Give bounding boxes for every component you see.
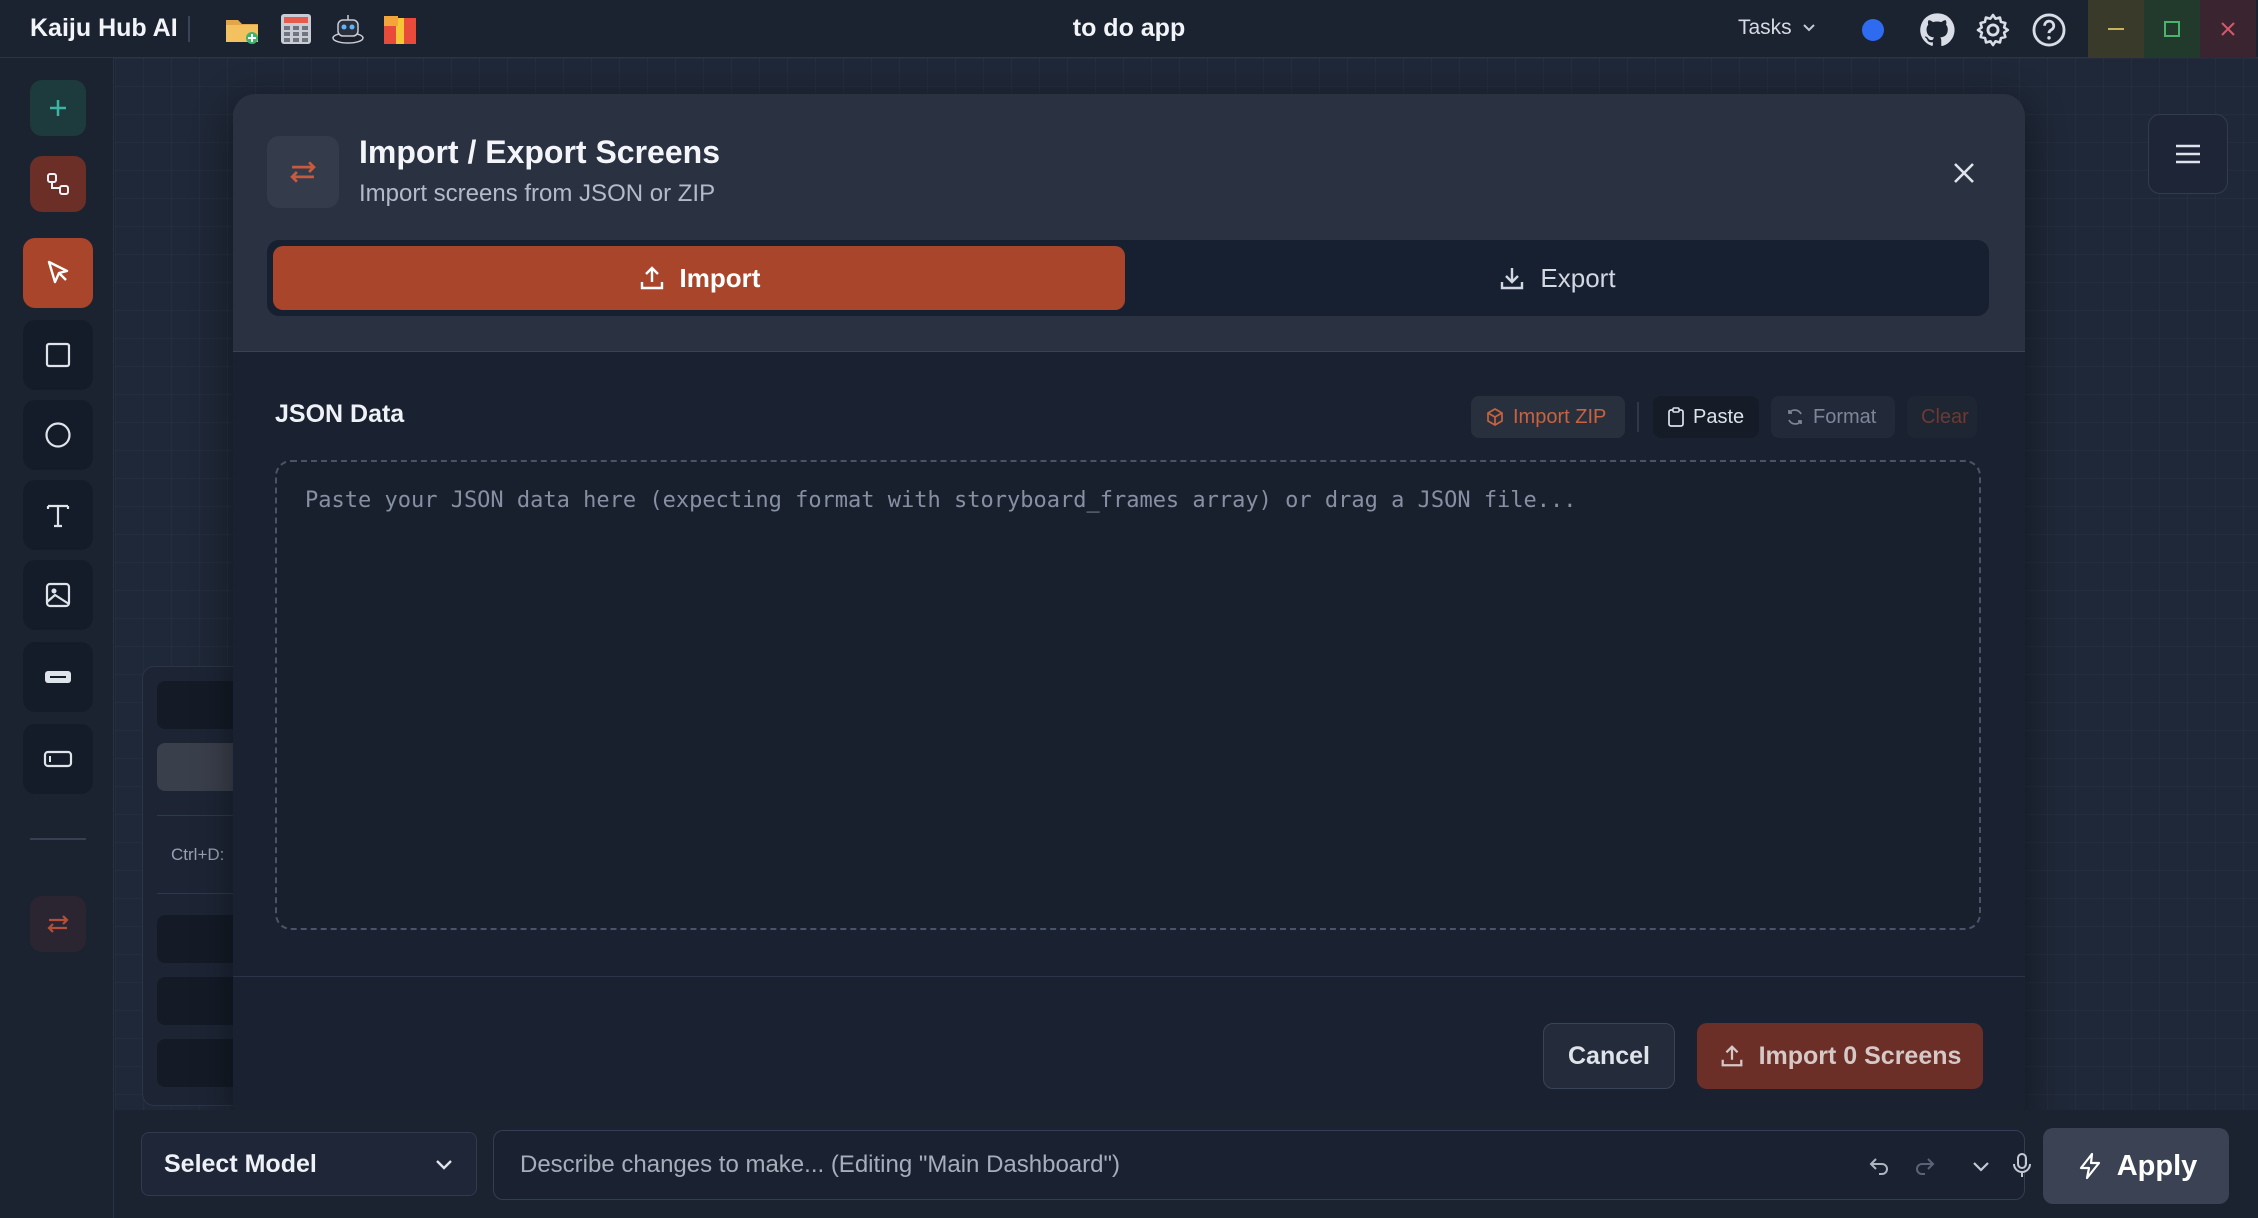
- clear-label: Clear: [1921, 405, 1969, 428]
- image-icon: [45, 582, 71, 608]
- import-screens-label: Import 0 Screens: [1758, 1041, 1962, 1070]
- json-textarea[interactable]: Paste your JSON data here (expecting for…: [275, 460, 1981, 930]
- tab-import[interactable]: Import: [273, 246, 1125, 310]
- undo-button[interactable]: [1864, 1151, 1894, 1181]
- flow-connector-button[interactable]: [30, 156, 86, 212]
- tasks-dropdown[interactable]: Tasks: [1738, 16, 1816, 40]
- input-component-icon: [43, 750, 73, 768]
- close-icon: [2221, 22, 2235, 36]
- button-component-button[interactable]: [23, 642, 93, 712]
- tool-rail: [0, 58, 114, 1218]
- swap-arrows-icon: [290, 161, 316, 183]
- github-icon[interactable]: [1918, 11, 1956, 49]
- plus-icon: [50, 100, 66, 116]
- microphone-button[interactable]: [2010, 1151, 2034, 1181]
- import-export-button[interactable]: [30, 896, 86, 952]
- modal-close-button[interactable]: [1943, 152, 1985, 194]
- download-icon: [1501, 268, 1524, 290]
- model-select[interactable]: Select Model: [141, 1132, 477, 1196]
- shortcut-hint: Ctrl+D:: [171, 845, 225, 864]
- modal-title: Import / Export Screens: [359, 134, 720, 170]
- maximize-button[interactable]: [2144, 0, 2200, 58]
- redo-icon: [1916, 1158, 1935, 1175]
- apply-label: Apply: [2116, 1149, 2198, 1182]
- button-component-icon: [45, 671, 71, 683]
- format-label: Format: [1813, 405, 1877, 428]
- paste-label: Paste: [1693, 405, 1745, 428]
- modal-footer: Cancel Import 0 Screens: [233, 976, 2025, 1126]
- modal-subtitle: Import screens from JSON or ZIP: [359, 180, 716, 207]
- minimize-button[interactable]: [2088, 0, 2144, 58]
- circle-icon: [45, 422, 71, 448]
- add-button[interactable]: [30, 80, 86, 136]
- mode-tabs: Import Export: [267, 240, 1989, 316]
- chevron-down-icon: [1973, 1162, 1989, 1172]
- refresh-icon: [1788, 409, 1802, 425]
- folder-icon[interactable]: [224, 12, 260, 46]
- upload-icon: [1721, 1045, 1742, 1067]
- apply-button[interactable]: Apply: [2043, 1128, 2229, 1204]
- import-zip-button[interactable]: Import ZIP: [1471, 396, 1625, 438]
- calculator-icon[interactable]: [278, 12, 314, 46]
- gift-box-icon[interactable]: [382, 12, 418, 46]
- hamburger-icon: [2176, 144, 2200, 164]
- close-icon: [1954, 163, 1974, 183]
- pointer-icon: [47, 260, 69, 284]
- input-component-button[interactable]: [23, 724, 93, 794]
- clear-button[interactable]: Clear: [1907, 396, 1977, 438]
- modal-header: Import / Export Screens Import screens f…: [233, 94, 2025, 352]
- cancel-button[interactable]: Cancel: [1543, 1023, 1675, 1089]
- help-icon[interactable]: [2030, 11, 2068, 49]
- minimize-icon: [2108, 28, 2124, 30]
- tab-export-label: Export: [1540, 262, 1616, 293]
- json-data-label: JSON Data: [275, 400, 405, 428]
- redo-button[interactable]: [1910, 1151, 1940, 1181]
- robot-icon[interactable]: [330, 12, 366, 46]
- rectangle-tool-button[interactable]: [23, 320, 93, 390]
- microphone-icon: [2013, 1153, 2031, 1177]
- title-divider: [188, 16, 190, 42]
- image-tool-button[interactable]: [23, 560, 93, 630]
- app-window: Kaiju Hub AI to do app Tasks Ctrl+D: Imp…: [0, 0, 2258, 1218]
- tab-export[interactable]: Export: [1131, 246, 1983, 310]
- tab-import-label: Import: [679, 262, 761, 293]
- tasks-label: Tasks: [1738, 16, 1792, 39]
- undo-icon: [1869, 1158, 1888, 1175]
- select-tool-button[interactable]: [23, 238, 93, 308]
- chevron-down-icon: [436, 1160, 452, 1170]
- text-tool-button[interactable]: [23, 480, 93, 550]
- prompt-input[interactable]: [494, 1131, 1794, 1199]
- gear-icon[interactable]: [1974, 11, 2012, 49]
- ellipse-tool-button[interactable]: [23, 400, 93, 470]
- package-icon: [1487, 408, 1503, 426]
- import-export-modal: Import / Export Screens Import screens f…: [233, 94, 2025, 1126]
- swap-arrows-icon: [47, 915, 69, 933]
- upload-icon: [640, 266, 663, 290]
- maximize-icon: [2164, 21, 2180, 37]
- import-screens-button[interactable]: Import 0 Screens: [1697, 1023, 1983, 1089]
- model-select-label: Select Model: [164, 1149, 317, 1178]
- text-icon: [46, 504, 70, 528]
- rectangle-icon: [45, 342, 71, 368]
- prompt-bar: Select Model A: [115, 1110, 2258, 1218]
- prompt-options-button[interactable]: [1966, 1151, 1996, 1181]
- clipboard-icon: [1668, 407, 1684, 427]
- menu-button[interactable]: [2148, 114, 2228, 194]
- chevron-down-icon: [1802, 24, 1815, 32]
- header-icon: [267, 136, 339, 208]
- lightning-icon: [2079, 1152, 2100, 1180]
- title-bar: Kaiju Hub AI to do app Tasks: [0, 0, 2258, 58]
- app-name: Kaiju Hub AI: [30, 14, 178, 42]
- rail-divider: [30, 838, 86, 840]
- paste-button[interactable]: Paste: [1653, 396, 1759, 438]
- format-button[interactable]: Format: [1771, 396, 1895, 438]
- import-zip-label: Import ZIP: [1513, 405, 1607, 428]
- flow-connector-icon: [47, 173, 69, 195]
- status-dot: [1862, 19, 1884, 41]
- close-window-button[interactable]: [2200, 0, 2256, 58]
- toolbar-divider: [1637, 402, 1639, 432]
- json-placeholder: Paste your JSON data here (expecting for…: [305, 488, 1577, 513]
- prompt-box: [493, 1130, 2031, 1200]
